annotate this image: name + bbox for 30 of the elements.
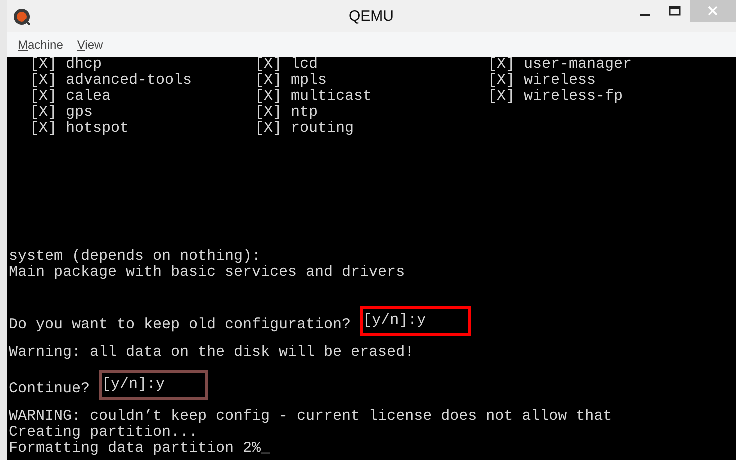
package-entry: [X] advanced-tools (30, 73, 194, 89)
terminal-line: Formatting data partition 2%_ (9, 440, 270, 457)
prompt-text: Continue? (9, 380, 90, 398)
package-entry: [X] calea (30, 89, 112, 105)
window-title: QEMU (348, 7, 395, 27)
package-entry: [X] wireless-fp (488, 89, 624, 105)
menu-item[interactable]: Machine (18, 36, 64, 54)
package-entry: [X] multicast (255, 89, 374, 105)
app-icon (13, 8, 31, 26)
warning-text: Warning: all data on the disk will be erased! (9, 344, 414, 361)
package-entry: [X] wireless (488, 73, 598, 89)
package-entry: [X] mpls (255, 73, 328, 89)
maximize-icon (669, 6, 681, 16)
close-icon (708, 6, 718, 16)
answer-highlight: [y/n]:y (99, 370, 208, 400)
package-entry: [X] ntp (255, 105, 320, 121)
package-entry: [X] routing (255, 121, 356, 137)
package-entry: [X] dhcp (30, 57, 104, 73)
terminal-line: Main package with basic services and drivers (9, 264, 406, 281)
package-entry: [X] user-manager (488, 57, 634, 73)
package-entry: [X] lcd (255, 57, 320, 73)
answer-highlight: [y/n]:y (360, 306, 472, 336)
menu-item[interactable]: View (77, 36, 104, 54)
terminal-line: system (depends on nothing): (9, 248, 262, 265)
terminal-line: Creating partition... (9, 424, 198, 441)
prompt-text: Do you want to keep old configuration? (9, 316, 352, 334)
minimize-icon (640, 14, 650, 16)
terminal-line: WARNING: couldn’t keep config - current license does not allow that (9, 408, 612, 425)
package-entry: [X] hotspot (30, 121, 130, 137)
package-entry: [X] gps (30, 105, 94, 121)
